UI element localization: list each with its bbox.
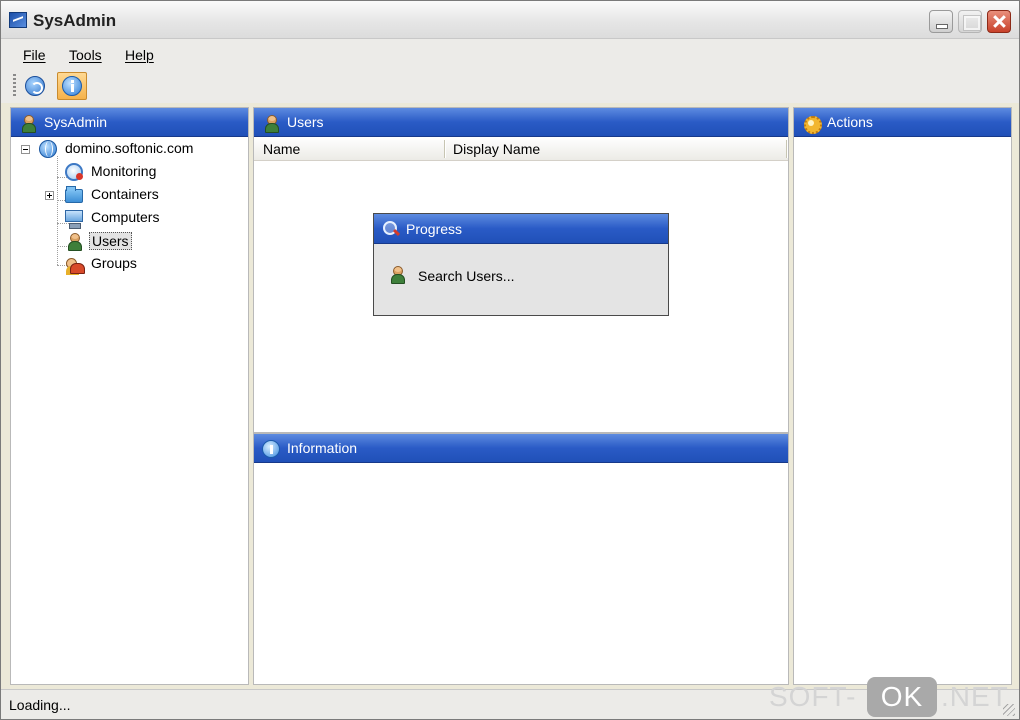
app-icon xyxy=(9,12,27,28)
app-window: SysAdmin File Tools Help SysAdmin domino… xyxy=(0,0,1020,720)
computer-icon xyxy=(65,210,83,229)
watermark-box-text: OK xyxy=(867,677,937,717)
column-header-display-name[interactable]: Display Name xyxy=(453,141,540,157)
progress-message: Search Users... xyxy=(418,268,515,284)
progress-dialog-title: Progress xyxy=(406,221,463,237)
users-panel-title: Users xyxy=(287,114,324,130)
progress-dialog: Progress Search Users... xyxy=(373,213,669,316)
status-text: Loading... xyxy=(9,697,71,713)
information-panel: Information xyxy=(253,433,789,685)
menu-tools[interactable]: Tools xyxy=(69,47,102,63)
folder-icon xyxy=(65,186,83,203)
column-resize-handle[interactable] xyxy=(786,140,788,158)
navigation-panel-header: SysAdmin xyxy=(11,108,248,137)
user-icon xyxy=(65,232,83,251)
tree-node-label: Users xyxy=(89,232,132,250)
column-header-name[interactable]: Name xyxy=(263,141,300,157)
monitoring-icon xyxy=(65,163,83,181)
navigation-panel-title: SysAdmin xyxy=(44,114,108,130)
window-title: SysAdmin xyxy=(33,11,117,30)
actions-panel-title: Actions xyxy=(827,114,873,130)
tree-node-containers[interactable]: Containers xyxy=(65,185,215,205)
tree-node-label: Monitoring xyxy=(91,163,157,179)
tree-node-label: Containers xyxy=(91,186,159,202)
tree-expand-toggle[interactable] xyxy=(45,191,54,200)
tree-node-label: Groups xyxy=(91,255,137,271)
maximize-button[interactable] xyxy=(958,10,982,33)
minimize-button[interactable] xyxy=(929,10,953,33)
info-icon xyxy=(62,76,82,96)
tree-node-label: Computers xyxy=(91,209,160,225)
information-panel-header: Information xyxy=(254,434,788,463)
title-bar[interactable]: SysAdmin xyxy=(1,1,1019,39)
tree-node-users[interactable]: Users xyxy=(65,231,215,251)
close-button[interactable] xyxy=(987,10,1011,33)
menu-bar: File Tools Help xyxy=(1,39,1019,69)
users-list-header: Name Display Name xyxy=(254,137,788,161)
menu-file[interactable]: File xyxy=(23,47,46,63)
sysadmin-icon xyxy=(19,114,37,133)
groups-icon xyxy=(65,255,85,274)
users-panel-header: Users xyxy=(254,108,788,137)
globe-icon xyxy=(39,140,57,158)
info-button[interactable] xyxy=(57,72,87,100)
search-icon xyxy=(382,220,400,238)
watermark-right-text: .NET xyxy=(941,681,1009,712)
tree-node-computers[interactable]: Computers xyxy=(65,208,215,229)
actions-panel-header: Actions xyxy=(794,108,1011,137)
toolbar-grip[interactable] xyxy=(13,74,16,98)
watermark-left-text: SOFT- xyxy=(769,681,857,712)
actions-panel: Actions xyxy=(793,107,1012,685)
information-panel-title: Information xyxy=(287,440,358,456)
refresh-icon xyxy=(25,76,45,96)
gear-icon xyxy=(802,114,822,134)
tree-node-label: domino.softonic.com xyxy=(65,140,194,156)
tree-node-monitoring[interactable]: Monitoring xyxy=(65,162,215,182)
tree-collapse-toggle[interactable] xyxy=(21,145,30,154)
menu-help[interactable]: Help xyxy=(125,47,154,63)
info-icon xyxy=(262,440,280,458)
refresh-button[interactable] xyxy=(21,72,51,100)
progress-dialog-header: Progress xyxy=(374,214,668,244)
toolbar xyxy=(1,69,1019,103)
column-resize-handle[interactable] xyxy=(444,140,446,158)
tree-node-domain[interactable]: domino.softonic.com xyxy=(39,139,239,159)
user-icon xyxy=(262,114,280,133)
tree-node-groups[interactable]: Groups xyxy=(65,254,215,274)
navigation-panel: SysAdmin domino.softonic.com Monitoring … xyxy=(10,107,249,685)
user-icon xyxy=(388,265,406,284)
